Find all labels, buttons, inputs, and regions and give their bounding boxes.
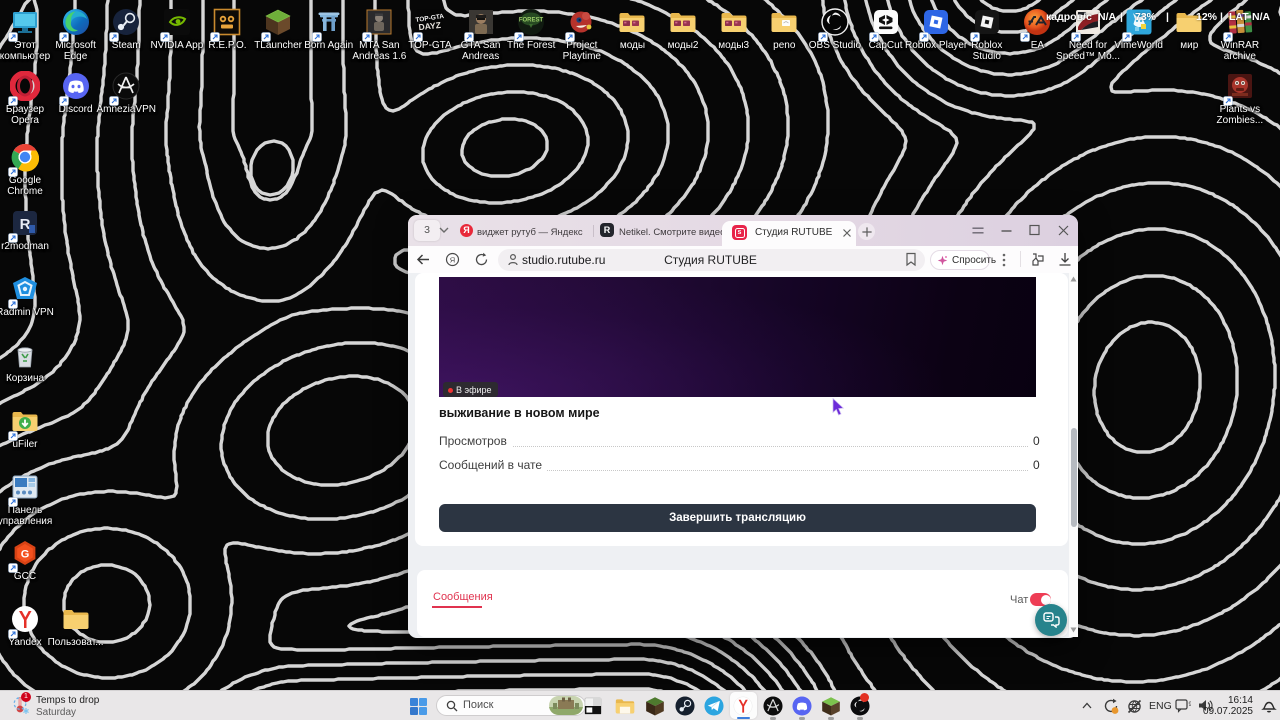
svg-text:R: R <box>20 216 31 233</box>
svg-text:Я: Я <box>450 255 455 264</box>
svg-text:G: G <box>21 549 30 561</box>
svg-text:9: 9 <box>1189 702 1192 708</box>
svg-text:FOREST: FOREST <box>519 18 544 24</box>
